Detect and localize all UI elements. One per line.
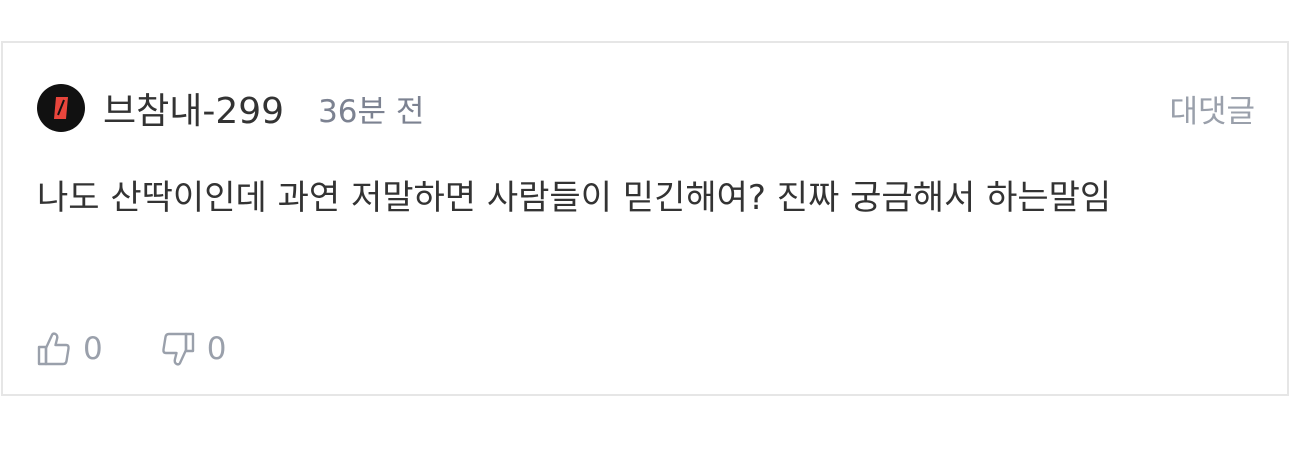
comment-card: 브참내-299 36분 전 대댓글 나도 산딱이인데 과연 저말하면 사람들이 …	[1, 41, 1289, 396]
user-avatar[interactable]	[37, 84, 85, 132]
dislike-button[interactable]: 0	[161, 331, 227, 367]
like-button[interactable]: 0	[37, 331, 103, 367]
comment-header: 브참내-299 36분 전 대댓글	[37, 83, 1255, 133]
comment-timestamp: 36분 전	[318, 93, 425, 130]
avatar-logo-icon	[54, 97, 68, 119]
vote-actions: 0 0	[37, 327, 226, 371]
thumbs-down-icon	[161, 332, 194, 366]
like-count: 0	[83, 331, 103, 367]
reply-button[interactable]: 대댓글	[1169, 86, 1255, 131]
author-name[interactable]: 브참내-299	[103, 82, 284, 134]
thumbs-up-icon	[37, 332, 70, 366]
comment-text: 나도 산딱이인데 과연 저말하면 사람들이 믿긴해여? 진짜 궁금해서 하는말임	[37, 178, 1112, 218]
dislike-count: 0	[206, 331, 227, 367]
